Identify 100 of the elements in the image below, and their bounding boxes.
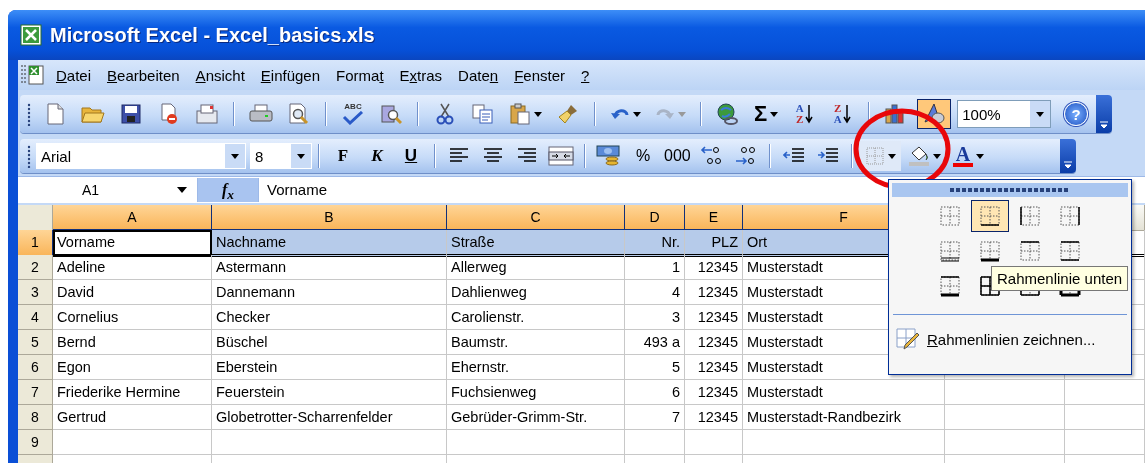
- table-cell: 12345: [685, 255, 743, 280]
- window-title: Microsoft Excel - Excel_basics.xls: [50, 23, 375, 47]
- grid-pencil-icon: [895, 327, 921, 351]
- table-cell: [625, 430, 685, 455]
- sort-descending-button[interactable]: Z A: [825, 99, 860, 129]
- border-option[interactable]: [971, 200, 1009, 232]
- table-cell: Musterstadt: [743, 380, 945, 405]
- table-cell: Egon: [53, 355, 212, 380]
- align-left-icon: [449, 148, 469, 164]
- table-cell: Musterstadt-Randbezirk: [743, 405, 945, 430]
- table-cell: David: [53, 280, 212, 305]
- document-icon[interactable]: [20, 63, 46, 87]
- toolbar-grip-icon[interactable]: [26, 102, 32, 126]
- zoom-field[interactable]: 100%: [957, 100, 1052, 128]
- sort-ascending-button[interactable]: A Z: [787, 99, 822, 129]
- table-cell: 7: [625, 405, 685, 430]
- spelling-button[interactable]: ABC: [336, 99, 370, 129]
- row-header[interactable]: 4: [18, 305, 53, 330]
- menu-item[interactable]: Datei: [50, 63, 98, 87]
- menu-item[interactable]: Format: [330, 63, 390, 87]
- spreadsheet-app-icon: [20, 24, 42, 46]
- brush-icon: [557, 103, 579, 125]
- caret-icon: [976, 153, 985, 159]
- table-cell: Cornelius: [53, 305, 212, 330]
- border-style-icon: [1059, 205, 1081, 227]
- border-style-icon: [939, 275, 961, 297]
- banknote-coins-icon: [596, 144, 622, 168]
- underline-button[interactable]: U: [395, 141, 427, 171]
- autosum-button[interactable]: Σ: [749, 99, 784, 129]
- table-cell: Baumstr.: [447, 330, 625, 355]
- down-arrow-icon: [842, 104, 851, 124]
- align-right-icon: [517, 148, 537, 164]
- percent-button[interactable]: %: [627, 141, 659, 171]
- chevron-down-icon: [1063, 161, 1073, 169]
- table-cell: 5: [625, 355, 685, 380]
- column-header[interactable]: A: [53, 205, 212, 231]
- bold-button[interactable]: F: [327, 141, 359, 171]
- toolbar-grip-icon[interactable]: [26, 144, 32, 168]
- book-magnifier-icon: [380, 103, 402, 125]
- checkmark-icon: [342, 111, 364, 125]
- menu-item[interactable]: Extras: [393, 63, 449, 87]
- thousands-separator-button[interactable]: 000: [661, 141, 694, 171]
- table-cell: Checker: [212, 305, 447, 330]
- table-cell: 12345: [685, 330, 743, 355]
- font-size-field[interactable]: 8: [250, 143, 312, 169]
- column-header[interactable]: D: [625, 205, 685, 231]
- row-header[interactable]: 5: [18, 330, 53, 355]
- column-header[interactable]: C: [447, 205, 625, 231]
- table-cell: Astermann: [212, 255, 447, 280]
- align-center-icon: [483, 148, 503, 164]
- page-stop-icon: [159, 103, 179, 125]
- table-cell: 4: [625, 280, 685, 305]
- table-cell: Gebrüder-Grimm-Str.: [447, 405, 625, 430]
- row-header[interactable]: 2: [18, 255, 53, 280]
- menu-item[interactable]: Ansicht: [189, 63, 251, 87]
- italic-button[interactable]: K: [361, 141, 393, 171]
- table-cell: 12345: [685, 405, 743, 430]
- row-header[interactable]: 8: [18, 405, 53, 430]
- caret-icon: [633, 111, 641, 117]
- row-header[interactable]: 1: [18, 230, 53, 257]
- border-style-icon: [979, 240, 1001, 262]
- toolbar-options-button[interactable]: [1060, 139, 1076, 173]
- column-header[interactable]: E: [685, 205, 743, 231]
- table-cell: Feuerstein: [212, 380, 447, 405]
- table-cell: 12345: [685, 355, 743, 380]
- dotted-grip-icon: [950, 188, 1070, 192]
- border-style-icon: [1019, 240, 1041, 262]
- row-header[interactable]: 3: [18, 280, 53, 305]
- table-cell: Straße: [447, 230, 625, 257]
- row-header[interactable]: 9: [18, 430, 53, 455]
- row-header[interactable]: 7: [18, 380, 53, 405]
- page-magnifier-icon: [288, 103, 310, 125]
- menu-item[interactable]: Einfügen: [254, 63, 327, 87]
- menu-item[interactable]: ?: [575, 63, 596, 87]
- caret-icon: [1036, 111, 1045, 117]
- menu-drag-handle[interactable]: [892, 183, 1128, 197]
- border-style-icon: [939, 240, 961, 262]
- dotted-grid-icon: [864, 146, 885, 166]
- merge-cells-icon: [548, 146, 574, 166]
- caret-icon: [231, 153, 239, 159]
- table-cell: [685, 430, 743, 455]
- borders-button[interactable]: [859, 141, 901, 171]
- shapes-icon: [922, 102, 947, 126]
- caret-icon: [534, 111, 542, 117]
- table-cell: Carolienstr.: [447, 305, 625, 330]
- toolbar-options-button[interactable]: [1096, 95, 1112, 133]
- font-color-button[interactable]: A: [947, 141, 990, 171]
- border-style-icon: [979, 205, 1001, 227]
- menu-item[interactable]: Fenster: [508, 63, 571, 87]
- row-header[interactable]: 6: [18, 355, 53, 380]
- clipboard-icon: [509, 103, 531, 125]
- copy-icon: [472, 104, 494, 124]
- insert-function-button[interactable]: f$_{x}$: [198, 178, 258, 202]
- caret-icon: [297, 153, 305, 159]
- font-name-field[interactable]: Arial: [36, 143, 246, 169]
- mail-icon: [195, 103, 219, 125]
- column-header[interactable]: B: [212, 205, 447, 231]
- menu-item[interactable]: Bearbeiten: [101, 63, 186, 87]
- caret-icon: [887, 153, 896, 159]
- menu-item[interactable]: Daten: [452, 63, 505, 87]
